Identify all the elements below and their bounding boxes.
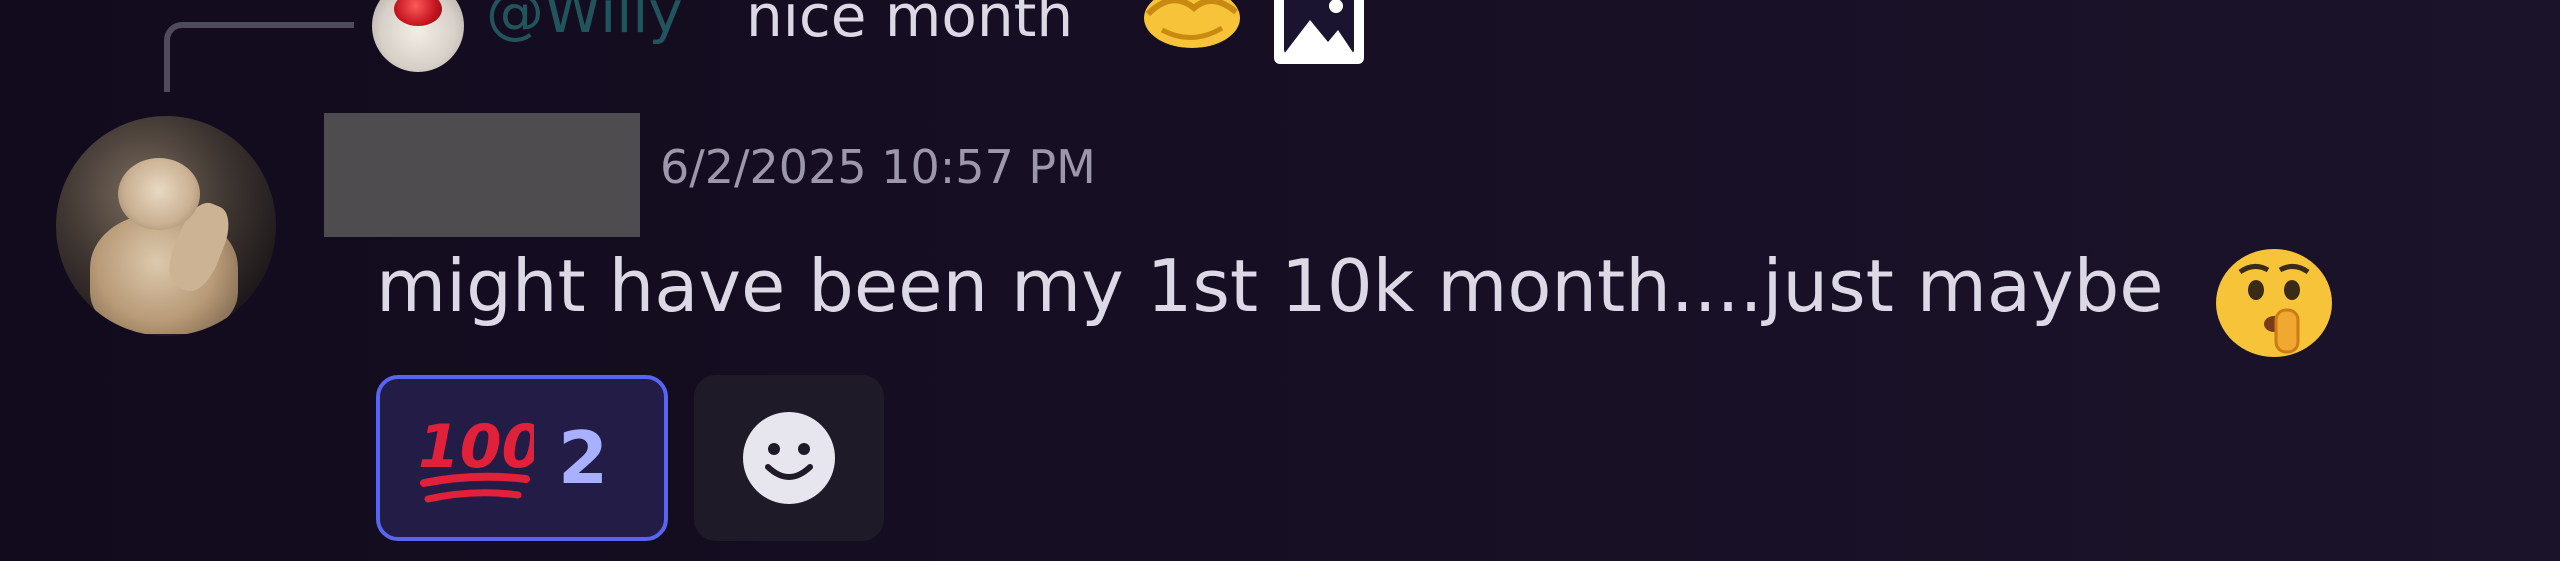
reply-author-avatar[interactable]	[372, 0, 464, 72]
reply-mention[interactable]: @Willy	[486, 0, 683, 46]
hundred-points-emoji-icon: 100	[418, 412, 534, 503]
reaction-count: 2	[558, 416, 609, 500]
message-text: might have been my 1st 10k month....just…	[376, 244, 2164, 328]
smiley-face-icon	[743, 412, 835, 504]
shushing-face-emoji-icon	[2216, 249, 2332, 357]
add-reaction-button[interactable]	[694, 375, 884, 541]
handshake-emoji-icon	[1144, 0, 1240, 48]
author-name-redacted[interactable]	[324, 113, 640, 237]
reaction-hundred-points[interactable]: 100 2	[376, 375, 668, 541]
reply-preview-text[interactable]: nice month	[746, 0, 1073, 50]
reply-connector-line	[164, 22, 354, 92]
message-timestamp[interactable]: 6/2/2025 10:57 PM	[660, 140, 1096, 194]
author-avatar[interactable]	[56, 116, 276, 336]
image-attachment-icon[interactable]	[1270, 0, 1368, 68]
svg-text:100: 100	[418, 412, 534, 482]
